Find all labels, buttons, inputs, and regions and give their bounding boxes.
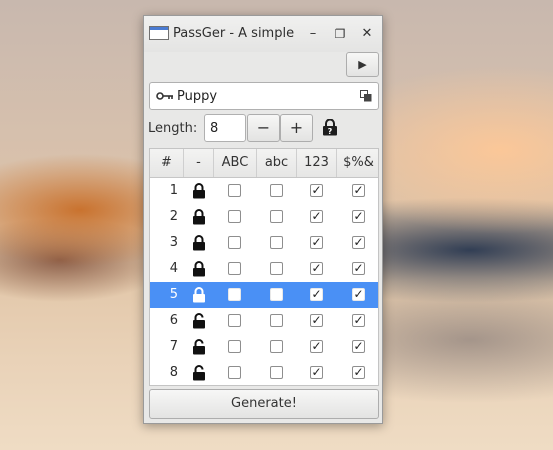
table-row[interactable]: 3 ✓ ✓ xyxy=(150,230,378,256)
col-header-lock[interactable]: - xyxy=(184,149,214,177)
table-row[interactable]: 2 ✓ ✓ xyxy=(150,204,378,230)
locked-icon[interactable] xyxy=(192,183,206,199)
row-number: 5 xyxy=(169,287,178,302)
locked-icon[interactable] xyxy=(192,235,206,251)
row-number: 3 xyxy=(169,235,178,250)
app-window-icon xyxy=(149,26,169,40)
row-number: 6 xyxy=(169,313,178,328)
close-button[interactable]: ✕ xyxy=(357,24,377,44)
length-input[interactable]: 8 xyxy=(204,114,246,142)
digits-checkbox[interactable]: ✓ xyxy=(310,366,323,379)
digits-checkbox[interactable]: ✓ xyxy=(310,210,323,223)
uppercase-checkbox[interactable] xyxy=(228,366,241,379)
lowercase-checkbox[interactable] xyxy=(270,210,283,223)
row-number: 2 xyxy=(169,209,178,224)
lowercase-checkbox[interactable] xyxy=(270,340,283,353)
uppercase-checkbox[interactable] xyxy=(228,262,241,275)
table-row[interactable]: 7 ✓ ✓ xyxy=(150,334,378,360)
col-header-digits[interactable]: 123 xyxy=(297,149,337,177)
unlocked-icon[interactable] xyxy=(192,365,206,381)
symbols-checkbox[interactable]: ✓ xyxy=(352,210,365,223)
run-button[interactable]: ▶ xyxy=(346,52,379,77)
digits-checkbox[interactable]: ✓ xyxy=(310,262,323,275)
symbols-checkbox[interactable]: ✓ xyxy=(352,236,365,249)
locked-icon[interactable] xyxy=(192,209,206,225)
row-number: 8 xyxy=(169,365,178,380)
locked-icon[interactable] xyxy=(192,287,206,303)
length-value: 8 xyxy=(210,121,219,136)
lowercase-checkbox[interactable] xyxy=(270,236,283,249)
uppercase-checkbox[interactable] xyxy=(228,184,241,197)
row-number: 1 xyxy=(169,183,178,198)
lowercase-checkbox[interactable] xyxy=(270,262,283,275)
row-number: 7 xyxy=(169,339,178,354)
generate-button[interactable]: Generate! xyxy=(149,389,379,419)
table-row[interactable]: 6 ✓ ✓ xyxy=(150,308,378,334)
digits-checkbox[interactable]: ✓ xyxy=(310,340,323,353)
password-table: # - ABC abc 123 $%& 1 ✓ ✓ 2 ✓ ✓ 3 ✓ ✓ 4 ✓ ✓ 5 ✓ ✓ 6 ✓ ✓ 7 ✓… xyxy=(149,148,379,386)
col-header-symbols[interactable]: $%& xyxy=(337,149,378,177)
unlocked-icon[interactable] xyxy=(192,313,206,329)
uppercase-checkbox[interactable] xyxy=(228,340,241,353)
digits-checkbox[interactable]: ✓ xyxy=(310,236,323,249)
length-label: Length: xyxy=(148,121,198,136)
uppercase-checkbox[interactable] xyxy=(228,236,241,249)
digits-checkbox[interactable]: ✓ xyxy=(310,314,323,327)
svg-text:?: ? xyxy=(328,127,333,136)
col-header-number[interactable]: # xyxy=(150,149,184,177)
lowercase-checkbox[interactable] xyxy=(270,184,283,197)
digits-checkbox[interactable]: ✓ xyxy=(310,288,323,301)
decrement-button[interactable]: − xyxy=(247,114,280,142)
passger-window: PassGer - A simple pa – ❐ ✕ ▶ Puppy Leng… xyxy=(143,15,383,424)
table-row[interactable]: 8 ✓ ✓ xyxy=(150,360,378,385)
digits-checkbox[interactable]: ✓ xyxy=(310,184,323,197)
table-row[interactable]: 4 ✓ ✓ xyxy=(150,256,378,282)
symbols-checkbox[interactable]: ✓ xyxy=(352,314,365,327)
uppercase-checkbox[interactable] xyxy=(228,314,241,327)
table-row[interactable]: 1 ✓ ✓ xyxy=(150,178,378,204)
name-field[interactable]: Puppy xyxy=(149,82,379,110)
title-bar[interactable]: PassGer - A simple pa – ❐ ✕ xyxy=(144,16,382,52)
symbols-checkbox[interactable]: ✓ xyxy=(352,184,365,197)
window-title: PassGer - A simple pa xyxy=(173,26,298,41)
symbols-checkbox[interactable]: ✓ xyxy=(352,366,365,379)
uppercase-checkbox[interactable] xyxy=(228,288,241,301)
minimize-button[interactable]: – xyxy=(303,24,323,44)
symbols-checkbox[interactable]: ✓ xyxy=(352,340,365,353)
help-lock-icon[interactable]: ? xyxy=(322,119,338,136)
key-icon xyxy=(156,92,173,100)
row-number: 4 xyxy=(169,261,178,276)
table-row[interactable]: 5 ✓ ✓ xyxy=(150,282,378,308)
lowercase-checkbox[interactable] xyxy=(270,366,283,379)
restore-button[interactable]: ❐ xyxy=(330,24,350,44)
copy-icon[interactable] xyxy=(360,90,372,102)
uppercase-checkbox[interactable] xyxy=(228,210,241,223)
name-value: Puppy xyxy=(177,89,218,104)
increment-button[interactable]: + xyxy=(280,114,313,142)
table-header: # - ABC abc 123 $%& xyxy=(150,149,378,178)
locked-icon[interactable] xyxy=(192,261,206,277)
symbols-checkbox[interactable]: ✓ xyxy=(352,288,365,301)
col-header-lower[interactable]: abc xyxy=(257,149,297,177)
lowercase-checkbox[interactable] xyxy=(270,314,283,327)
unlocked-icon[interactable] xyxy=(192,339,206,355)
col-header-upper[interactable]: ABC xyxy=(214,149,257,177)
lowercase-checkbox[interactable] xyxy=(270,288,283,301)
play-icon: ▶ xyxy=(358,58,367,71)
symbols-checkbox[interactable]: ✓ xyxy=(352,262,365,275)
